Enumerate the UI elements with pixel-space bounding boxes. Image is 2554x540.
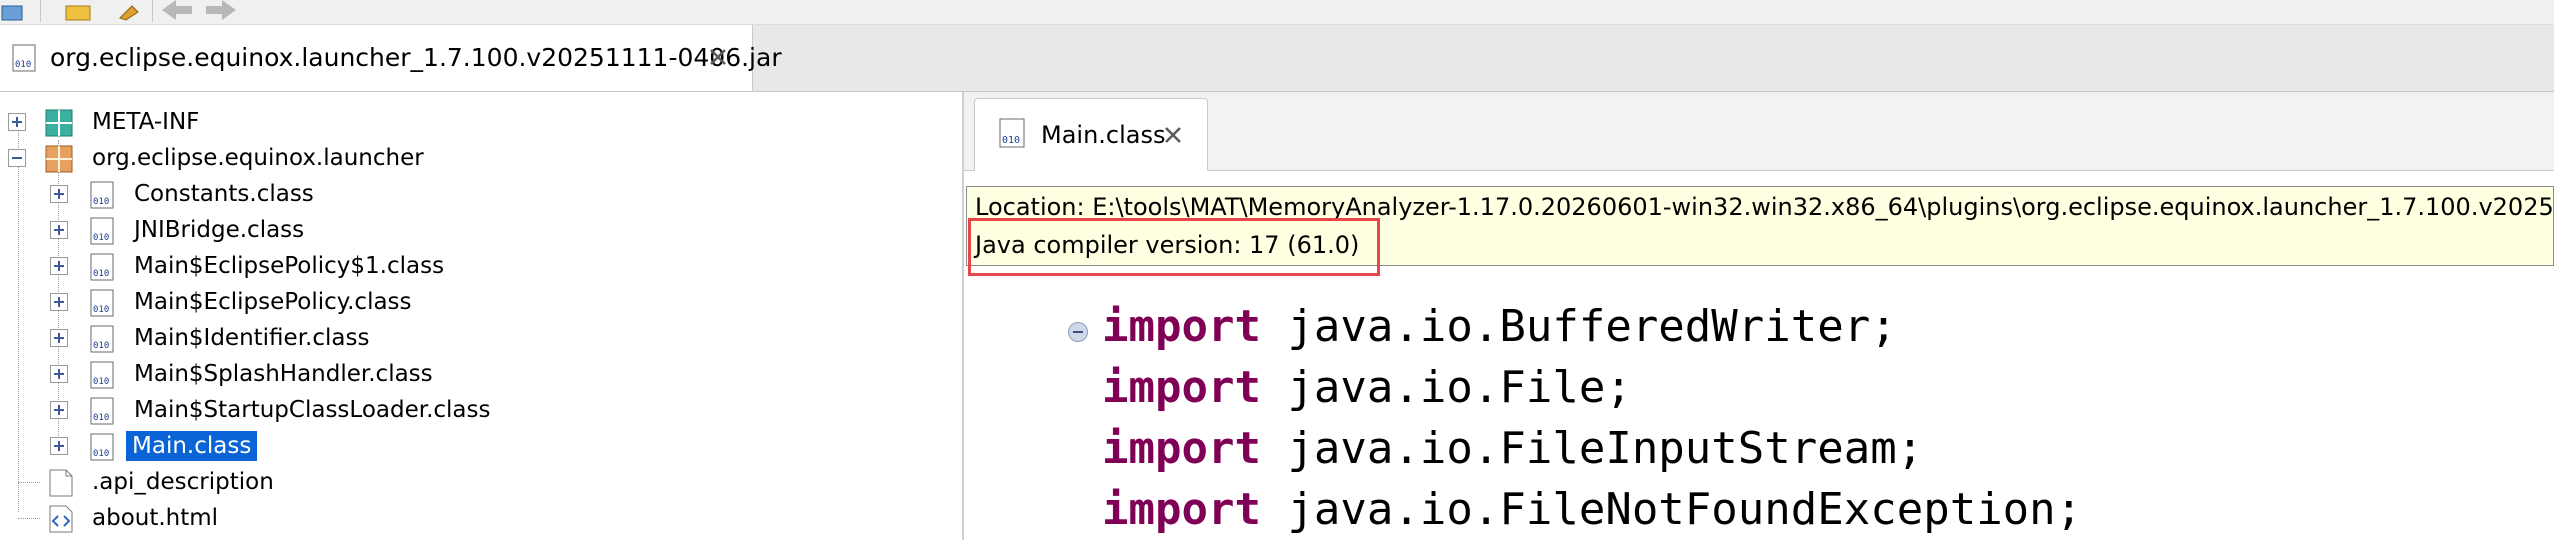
tree-item-label: Constants.class — [134, 181, 314, 207]
tree-item-label: Main$EclipsePolicy.class — [134, 289, 412, 315]
code-keyword: import — [1102, 301, 1261, 352]
code-keyword: import — [1102, 423, 1261, 474]
collapse-toggle[interactable] — [8, 149, 26, 167]
html-file-icon — [49, 505, 73, 533]
tree-item-class[interactable]: 010 Main$SplashHandler.class — [0, 356, 960, 392]
class-editor-tab-bar: 010 Main.class — [964, 92, 2554, 171]
svg-text:010: 010 — [93, 305, 109, 315]
highlight-annotation — [968, 218, 1380, 276]
back-arrow-icon[interactable] — [158, 0, 198, 22]
close-icon[interactable] — [708, 47, 728, 67]
code-line: import java.io.BufferedWriter; — [1102, 296, 2082, 357]
tree-item-class[interactable]: 010 JNIBridge.class — [0, 212, 960, 248]
tree-item-class[interactable]: 010 Main$EclipsePolicy.class — [0, 284, 960, 320]
tree-item-file[interactable]: .api_description — [0, 464, 960, 500]
source-code: import java.io.BufferedWriter; import ja… — [1102, 296, 2082, 540]
svg-text:010: 010 — [93, 377, 109, 387]
tree-item-file[interactable]: about.html — [0, 500, 960, 536]
main-toolbar — [0, 0, 2554, 25]
expand-toggle[interactable] — [50, 365, 68, 383]
expand-toggle[interactable] — [50, 329, 68, 347]
svg-text:010: 010 — [1002, 135, 1020, 146]
tree-item-label: org.eclipse.equinox.launcher — [92, 145, 424, 171]
tree-item-class[interactable]: 010 Main$StartupClassLoader.class — [0, 392, 960, 428]
expand-toggle[interactable] — [50, 221, 68, 239]
class-file-icon: 010 — [90, 217, 114, 245]
jar-file-icon: 010 — [12, 44, 36, 72]
svg-text:010: 010 — [93, 269, 109, 279]
tree-item-class[interactable]: 010 Main$EclipsePolicy$1.class — [0, 248, 960, 284]
class-file-icon: 010 — [90, 289, 114, 317]
class-file-icon: 010 — [90, 325, 114, 353]
jar-editor-tab[interactable]: 010 org.eclipse.equinox.launcher_1.7.100… — [0, 25, 782, 91]
tree-item-label: about.html — [92, 505, 219, 531]
class-file-icon: 010 — [999, 118, 1025, 148]
class-file-icon: 010 — [90, 361, 114, 389]
tree-item-label: Main$StartupClassLoader.class — [134, 397, 491, 423]
class-editor-tab[interactable]: 010 Main.class — [974, 98, 1208, 171]
file-icon — [49, 469, 73, 497]
expand-toggle[interactable] — [50, 437, 68, 455]
tree-item-meta-inf[interactable]: META-INF — [0, 104, 960, 140]
svg-text:010: 010 — [15, 60, 31, 70]
expand-toggle[interactable] — [50, 257, 68, 275]
svg-text:010: 010 — [93, 341, 109, 351]
class-file-icon: 010 — [90, 181, 114, 209]
tree-item-label: .api_description — [92, 469, 274, 495]
class-tab-label: Main.class — [1041, 121, 1166, 149]
code-keyword: import — [1102, 484, 1261, 535]
tree-item-label-selected: Main.class — [126, 431, 258, 461]
code-text: java.io.FileNotFoundException; — [1260, 484, 2083, 535]
tree-item-label: Main$SplashHandler.class — [134, 361, 433, 387]
code-text: java.io.File; — [1260, 362, 1632, 413]
tree-item-class[interactable]: 010 Main$Identifier.class — [0, 320, 960, 356]
class-file-icon: 010 — [90, 433, 114, 461]
class-file-icon: 010 — [90, 397, 114, 425]
tree-item-main-class-selected[interactable]: 010 Main.class — [0, 428, 960, 464]
code-text: java.io.FileInputStream; — [1260, 423, 1924, 474]
tree-item-package[interactable]: org.eclipse.equinox.launcher — [0, 140, 960, 176]
location-text: Location: E:\tools\MAT\MemoryAnalyzer-1.… — [975, 193, 2554, 221]
open-file-icon[interactable] — [62, 0, 96, 22]
expand-toggle[interactable] — [50, 293, 68, 311]
tree-item-label: Main$EclipsePolicy$1.class — [134, 253, 445, 279]
close-icon[interactable] — [1163, 125, 1183, 145]
pin-icon[interactable] — [112, 0, 146, 22]
tree-item-label: JNIBridge.class — [134, 217, 305, 243]
folder-grid-icon — [45, 109, 73, 137]
jar-tab-label: org.eclipse.equinox.launcher_1.7.100.v20… — [50, 43, 782, 72]
code-text: java.io.BufferedWriter; — [1260, 301, 1897, 352]
collapse-fold-icon[interactable] — [1068, 322, 1088, 342]
toolbar-separator — [152, 0, 153, 22]
toolbar-separator — [40, 0, 41, 22]
svg-text:010: 010 — [93, 233, 109, 243]
package-icon — [45, 145, 73, 173]
forward-arrow-icon[interactable] — [200, 0, 240, 22]
svg-text:010: 010 — [93, 413, 109, 423]
tree-item-label: Main$Identifier.class — [134, 325, 370, 351]
code-keyword: import — [1102, 362, 1261, 413]
tree-item-class[interactable]: 010 Constants.class — [0, 176, 960, 212]
jar-editor-tab-bar: 010 org.eclipse.equinox.launcher_1.7.100… — [0, 25, 2554, 92]
svg-text:010: 010 — [93, 449, 109, 459]
svg-text:010: 010 — [93, 197, 109, 207]
expand-toggle[interactable] — [8, 113, 26, 131]
expand-toggle[interactable] — [50, 401, 68, 419]
tree-guide-line — [18, 482, 40, 483]
open-folder-icon[interactable] — [0, 0, 28, 22]
code-line: import java.io.File; — [1102, 357, 2082, 418]
class-file-icon: 010 — [90, 253, 114, 281]
tree-item-label: META-INF — [92, 109, 200, 135]
code-line: import java.io.FileNotFoundException; — [1102, 479, 2082, 540]
code-line: import java.io.FileInputStream; — [1102, 418, 2082, 479]
tree-guide-line — [18, 518, 40, 519]
jar-contents-tree: META-INF org.eclipse.equinox.launcher 01… — [0, 92, 964, 540]
expand-toggle[interactable] — [50, 185, 68, 203]
